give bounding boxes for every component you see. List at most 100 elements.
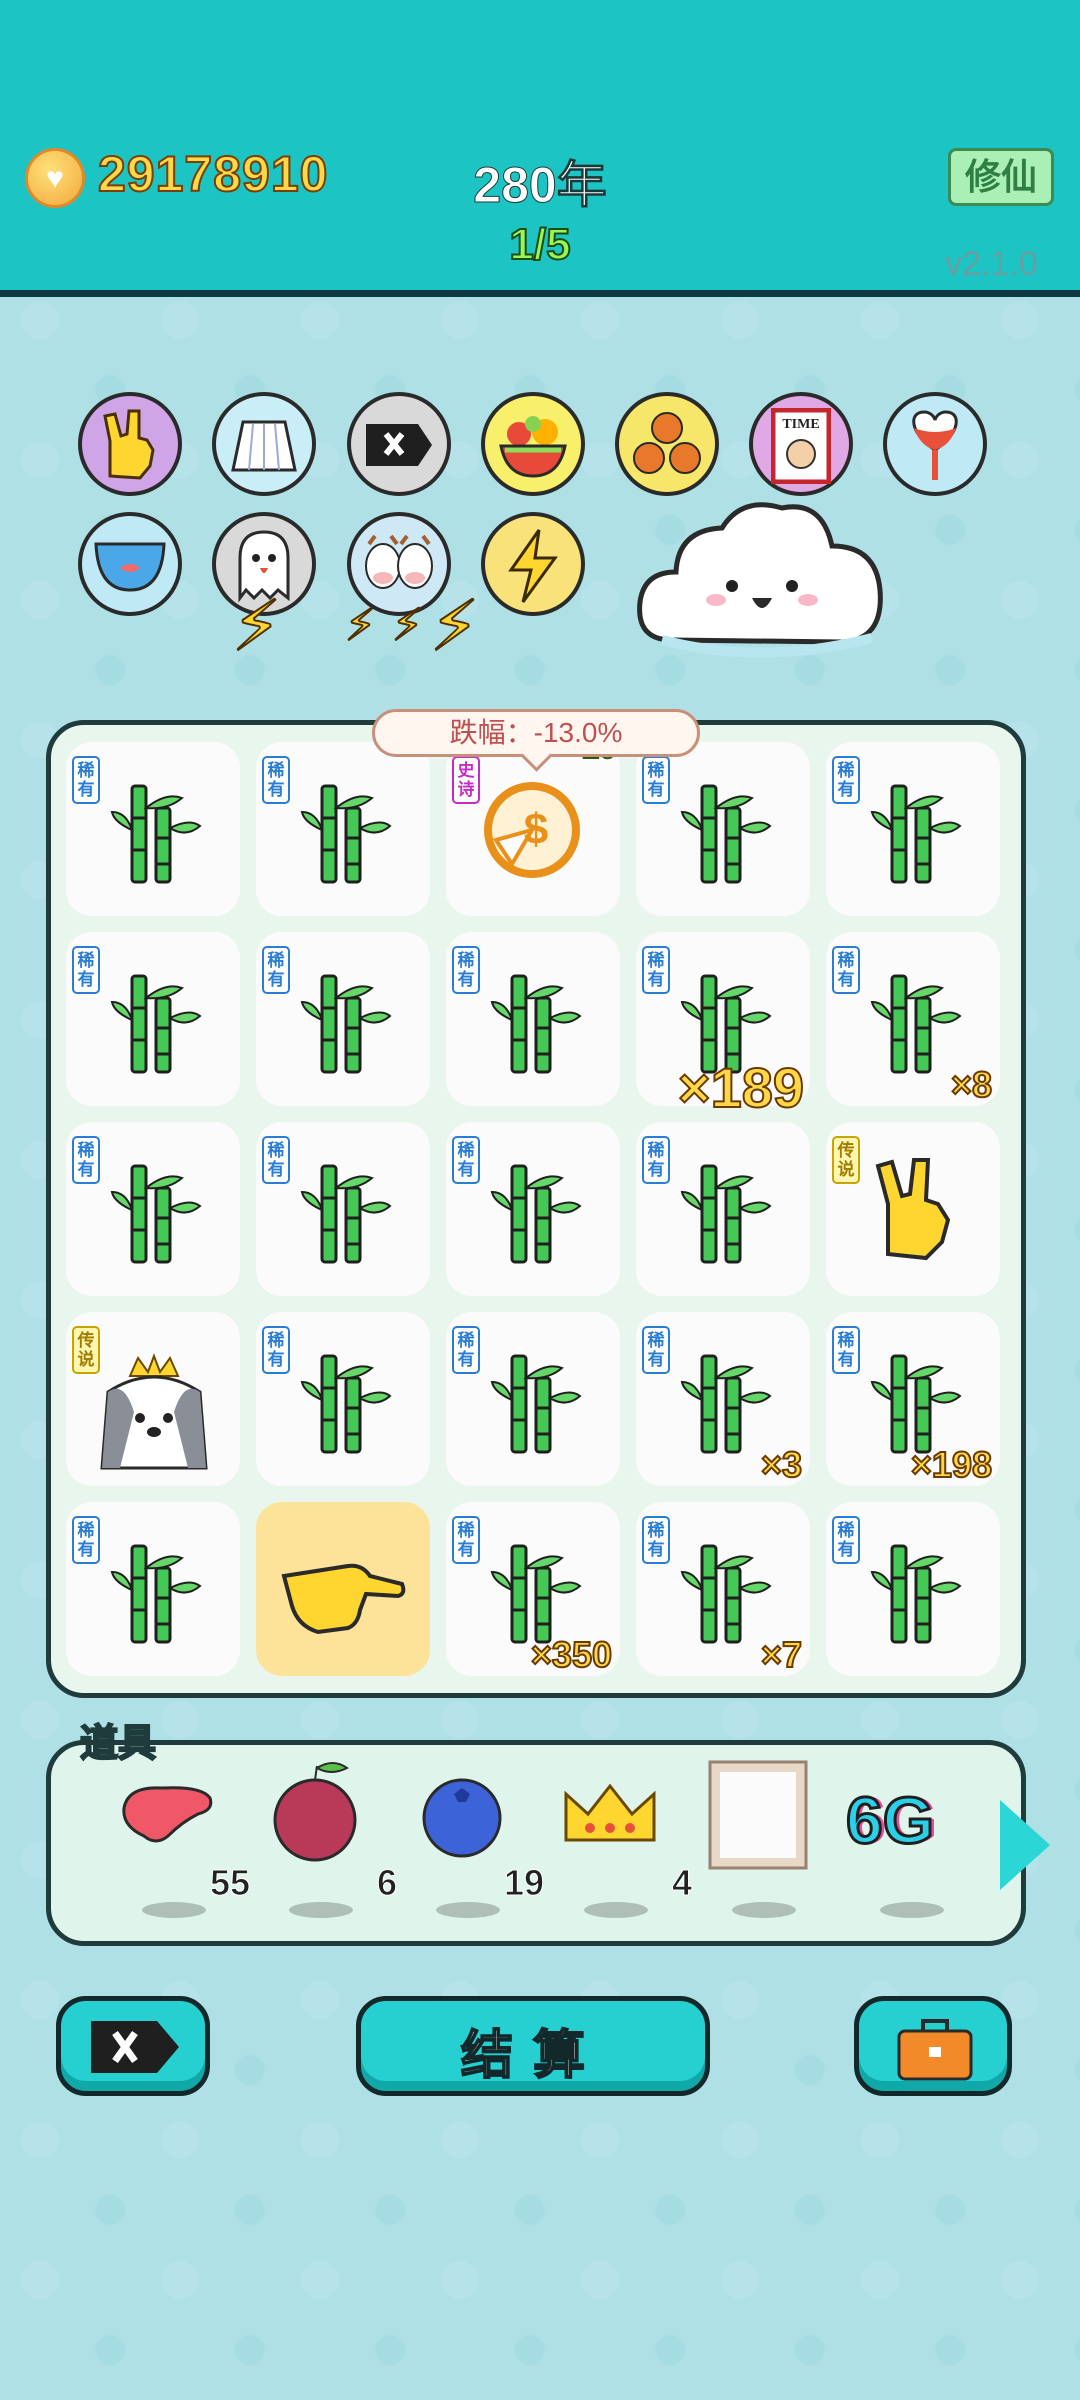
grid-cell[interactable]: 稀有 ×189 (636, 932, 810, 1120)
bamboo-icon (680, 1538, 772, 1649)
rarity-badge: 稀有 (452, 1516, 480, 1564)
stack-count: ×7 (760, 1633, 803, 1676)
lightning-icon: ⚡ (231, 586, 282, 666)
basketballs-icon[interactable] (615, 392, 719, 496)
fishbowl-icon[interactable] (78, 512, 182, 616)
grid-cell[interactable]: 稀有 ×3 (636, 1312, 810, 1486)
grid-cell[interactable]: 稀有 (256, 742, 430, 916)
bamboo-icon (300, 968, 392, 1079)
bamboo-icon (490, 968, 582, 1079)
rarity-badge: 稀有 (262, 756, 290, 804)
grid-cell[interactable]: 稀有 ×198 (826, 1312, 1000, 1486)
bamboo-icon (110, 1158, 202, 1269)
rarity-badge: 稀有 (262, 1136, 290, 1184)
bamboo-icon (110, 778, 202, 889)
rarity-badge: 稀有 (642, 1136, 670, 1184)
bamboo-icon (110, 1538, 202, 1649)
version-label: v2.1.0 (945, 245, 1038, 283)
rarity-badge: 稀有 (262, 1326, 290, 1374)
bamboo-icon (870, 1538, 962, 1649)
rarity-badge: 稀有 (642, 946, 670, 994)
grid-cell[interactable]: 传说 (826, 1122, 1000, 1296)
item-quantity: 4 (671, 1862, 692, 1904)
lightning-icon: ⚡ (391, 600, 424, 651)
6g-icon: 6G (844, 1782, 935, 1859)
item-slot[interactable]: 6 (255, 1762, 398, 1918)
grid-cell[interactable]: 稀有 (66, 1122, 240, 1296)
grid-cell[interactable]: 稀有 (636, 742, 810, 916)
grid-cell[interactable]: 稀有 (636, 1122, 810, 1296)
svg-text:TIME: TIME (782, 417, 819, 432)
item-slot[interactable] (698, 1760, 818, 1918)
bamboo-icon (680, 1348, 772, 1459)
rarity-badge: 稀有 (262, 946, 290, 994)
grid-cell[interactable]: 传说 (66, 1312, 240, 1486)
rock-hand-icon[interactable] (78, 392, 182, 496)
lightning-icon: ⚡ (344, 600, 377, 651)
round-counter: 1/5 (508, 219, 571, 270)
rarity-badge: 稀有 (642, 1516, 670, 1564)
grid-cell[interactable]: 稀有 (446, 932, 620, 1106)
grid-cell[interactable]: 稀有 (256, 932, 430, 1106)
rarity-badge: 稀有 (72, 756, 100, 804)
item-slot[interactable]: 6G (844, 1780, 966, 1918)
gold-amount: 29178910 (97, 145, 329, 203)
cloud-mascot[interactable] (632, 490, 892, 675)
liver-icon (118, 1780, 218, 1855)
grid-cell[interactable]: 稀有 (826, 742, 1000, 916)
delete-tag-icon (91, 2021, 179, 2073)
grid-cell[interactable]: 稀有 (256, 1122, 430, 1296)
cultivate-button[interactable]: 修仙 (948, 148, 1054, 206)
lychee-icon (265, 1762, 365, 1871)
bamboo-icon (680, 778, 772, 889)
grid-cell[interactable]: 稀有 (66, 1502, 240, 1676)
item-slot[interactable]: 19 (402, 1778, 545, 1918)
grid-cell[interactable]: 稀有 (66, 742, 240, 916)
fruit-basket-icon[interactable] (481, 392, 585, 496)
rarity-badge: 稀有 (642, 756, 670, 804)
items-title: 道具 (79, 1722, 157, 1766)
lightning-icon: ⚡ (429, 586, 480, 666)
item-quantity: 6 (376, 1862, 397, 1904)
time-magazine-icon[interactable]: TIME (749, 392, 853, 496)
grid-cell[interactable]: 稀有 (446, 1122, 620, 1296)
grid-cell[interactable] (256, 1502, 430, 1676)
bamboo-icon (870, 778, 962, 889)
grid-cell[interactable]: 稀有 (256, 1312, 430, 1486)
crown-icon (560, 1780, 660, 1855)
bamboo-icon (490, 1348, 582, 1459)
rarity-badge: 传说 (832, 1136, 860, 1184)
grid-cell[interactable]: 稀有 ×350 (446, 1502, 620, 1676)
blueberry-icon (412, 1778, 512, 1865)
rarity-badge: 稀有 (72, 1136, 100, 1184)
bamboo-icon (300, 1348, 392, 1459)
bag-button[interactable] (854, 1996, 1012, 2096)
next-page-arrow-icon[interactable] (1000, 1800, 1050, 1890)
rarity-badge: 稀有 (452, 946, 480, 994)
item-slot[interactable]: 55 (108, 1780, 251, 1918)
top-bar: 29178910 280年 1/5 修仙 v2.1.0 (0, 0, 1080, 297)
settle-button[interactable]: 结算 (356, 1996, 710, 2096)
item-slot[interactable]: 4 (550, 1780, 693, 1918)
briefcase-icon (897, 2019, 973, 2081)
price-change-tooltip: 跌幅：-13.0% (372, 709, 700, 757)
skirt-icon[interactable] (212, 392, 316, 496)
grid-cell[interactable]: 稀有 ×8 (826, 932, 1000, 1106)
pointing-hand-icon (278, 1536, 408, 1658)
delete-tag-icon[interactable] (347, 392, 451, 496)
stack-count: ×350 (530, 1633, 613, 1676)
bamboo-icon (300, 1158, 392, 1269)
delete-button[interactable] (56, 1996, 210, 2096)
rarity-badge: 稀有 (72, 1516, 100, 1564)
rock-hand-icon (868, 1154, 958, 1269)
grid-cell[interactable]: 稀有 (66, 932, 240, 1106)
grid-cell[interactable]: 稀有 ×7 (636, 1502, 810, 1676)
grid-cell[interactable]: 稀有 (826, 1502, 1000, 1676)
coin-icon (25, 148, 85, 208)
stack-count: ×198 (910, 1443, 993, 1486)
lightning-icon[interactable] (481, 512, 585, 616)
stack-count: ×189 (677, 1055, 805, 1120)
grid-cell[interactable]: 稀有 (446, 1312, 620, 1486)
heart-potion-icon[interactable] (883, 392, 987, 496)
bamboo-icon (680, 1158, 772, 1269)
